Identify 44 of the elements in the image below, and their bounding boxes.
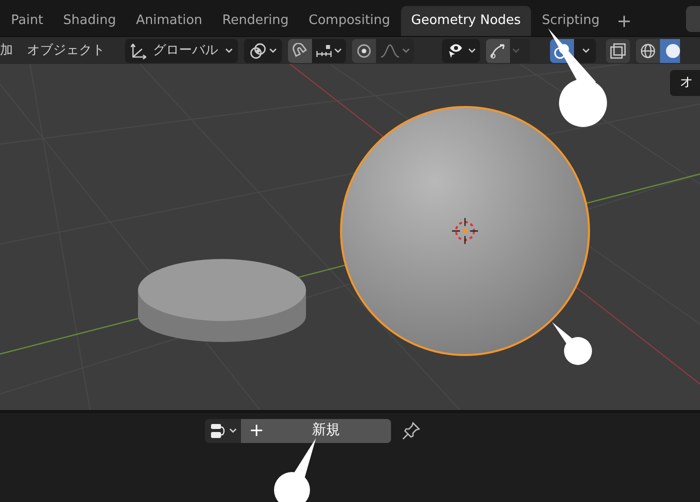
node-group-dropdown[interactable] xyxy=(205,418,241,442)
target-icon xyxy=(356,42,372,58)
add-menu[interactable]: 加 xyxy=(0,40,13,60)
workspace-tab[interactable]: Geometry Nodes xyxy=(401,6,531,36)
transform-axes-icon xyxy=(130,42,148,60)
plus-icon: + xyxy=(249,422,264,440)
chevron-icon xyxy=(334,48,342,54)
orientation-dropdown[interactable]: グローバル xyxy=(125,38,238,62)
workspace-tab[interactable]: Rendering xyxy=(213,6,298,36)
solid-shading-button[interactable] xyxy=(660,38,680,62)
sphere-icon xyxy=(664,42,680,58)
chevron-icon xyxy=(402,48,410,54)
gizmo-toggle[interactable] xyxy=(486,38,510,62)
wireframe-shading-button[interactable] xyxy=(636,38,660,62)
gizmo-arrow-icon xyxy=(489,42,507,60)
snap-toggle[interactable] xyxy=(288,38,312,62)
xray-toggle[interactable] xyxy=(606,38,630,62)
chevron-icon xyxy=(468,48,476,54)
chevron-icon xyxy=(229,428,237,434)
add-workspace-button[interactable]: + xyxy=(610,6,638,36)
new-node-group-button[interactable]: + 新規 xyxy=(241,418,391,442)
pin-icon[interactable] xyxy=(401,420,421,440)
workspace-tab[interactable]: Animation xyxy=(126,6,212,36)
3d-cursor-icon xyxy=(450,216,480,246)
object-menu[interactable]: オブジェクト xyxy=(27,40,105,60)
chevron-icon xyxy=(512,48,520,54)
workspace-tab[interactable]: Scripting xyxy=(532,6,609,36)
visibility-dropdown[interactable] xyxy=(442,38,480,62)
proportional-edit-toggle[interactable] xyxy=(352,38,376,62)
falloff-curve-icon xyxy=(380,44,400,58)
pivot-dropdown[interactable] xyxy=(244,38,282,62)
workspace-tab[interactable]: Paint xyxy=(2,6,52,36)
chevron-icon xyxy=(582,48,590,54)
xray-squares-icon xyxy=(610,42,626,58)
chevron-icon xyxy=(269,48,277,54)
globe-icon xyxy=(640,42,656,58)
workspace-tab[interactable]: Shading xyxy=(54,6,125,36)
node-group-icon xyxy=(209,422,227,440)
pivot-icon xyxy=(249,42,267,60)
workspace-tab[interactable]: Compositing xyxy=(300,6,400,36)
tooltip: オ xyxy=(670,70,700,96)
chevron-icon xyxy=(225,48,233,54)
increment-icon xyxy=(316,44,332,58)
magnet-icon xyxy=(292,42,308,58)
